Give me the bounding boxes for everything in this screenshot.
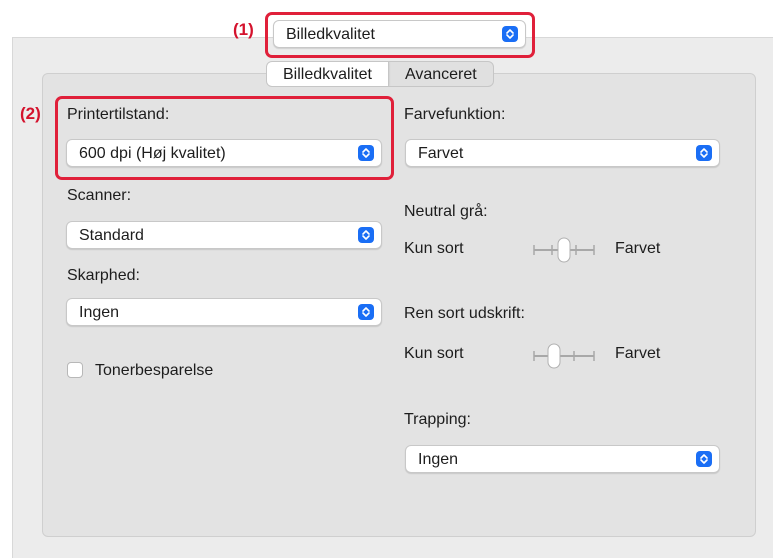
pure-black-label: Ren sort udskrift:	[404, 305, 525, 322]
pure-black-max-label: Farvet	[615, 345, 661, 362]
neutral-gray-slider[interactable]	[530, 237, 598, 263]
chevron-updown-icon	[358, 227, 374, 243]
sharpness-popup[interactable]: Ingen	[66, 298, 382, 326]
chevron-updown-icon	[696, 145, 712, 161]
printer-mode-label: Printertilstand:	[67, 106, 170, 123]
sharpness-label: Skarphed:	[67, 267, 140, 284]
neutral-gray-min-label: Kun sort	[404, 240, 464, 257]
color-function-popup[interactable]: Farvet	[405, 139, 720, 167]
chevron-updown-icon	[502, 26, 518, 42]
sharpness-value: Ingen	[79, 304, 120, 321]
tab-bar: Billedkvalitet Avanceret	[266, 61, 494, 87]
chevron-updown-icon	[358, 145, 374, 161]
trapping-value: Ingen	[418, 451, 459, 468]
trapping-popup[interactable]: Ingen	[405, 445, 720, 473]
scanner-value: Standard	[79, 227, 144, 244]
neutral-gray-label: Neutral grå:	[404, 203, 488, 220]
trapping-label: Trapping:	[404, 411, 471, 428]
scanner-label: Scanner:	[67, 187, 132, 204]
callout-number-1: (1)	[233, 20, 254, 39]
printer-mode-value: 600 dpi (Høj kvalitet)	[79, 145, 226, 162]
printer-mode-popup[interactable]: 600 dpi (Høj kvalitet)	[66, 139, 382, 167]
pure-black-slider[interactable]	[530, 343, 598, 369]
toner-saving-label: Tonerbesparelse	[95, 362, 214, 379]
color-function-label: Farvefunktion:	[404, 106, 506, 123]
toner-saving-checkbox[interactable]	[67, 362, 83, 378]
callout-number-2: (2)	[20, 104, 41, 123]
scanner-popup[interactable]: Standard	[66, 221, 382, 249]
tab-avanceret[interactable]: Avanceret	[389, 62, 493, 86]
chevron-updown-icon	[696, 451, 712, 467]
color-function-value: Farvet	[418, 145, 464, 162]
chevron-updown-icon	[358, 304, 374, 320]
panel-select-popup[interactable]: Billedkvalitet	[273, 20, 526, 48]
pure-black-min-label: Kun sort	[404, 345, 464, 362]
panel-select-value: Billedkvalitet	[286, 26, 375, 43]
neutral-gray-max-label: Farvet	[615, 240, 661, 257]
tab-billedkvalitet[interactable]: Billedkvalitet	[267, 62, 389, 86]
